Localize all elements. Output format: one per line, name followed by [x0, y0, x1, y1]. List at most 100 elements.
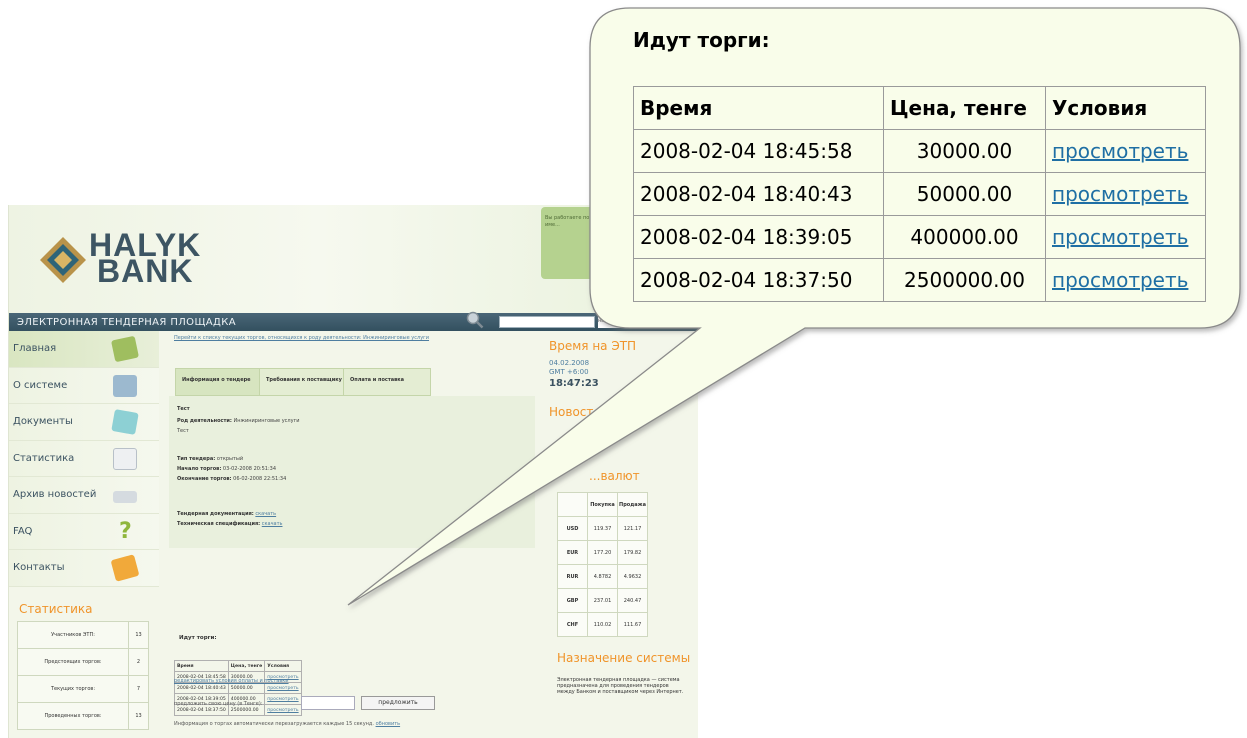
table-header: Время Цена, тенге Условия: [174, 660, 302, 672]
table-row: 2008-02-04 18:39:05 400000.00 просмотрет…: [633, 215, 1206, 259]
table-row: Проведенных торгов: 13: [17, 702, 149, 730]
table-row: Предстоящих торгов: 2: [17, 648, 149, 676]
sidebar-item-documents[interactable]: Документы: [9, 404, 159, 441]
stat-value: 13: [128, 621, 149, 649]
bid-view-link[interactable]: просмотреть: [264, 693, 302, 705]
rate-sell: 240.47: [617, 588, 648, 613]
time-title: Время на ЭТП: [549, 339, 637, 353]
table-header: Время Цена, тенге Условия: [633, 86, 1206, 130]
download-docs-link[interactable]: скачать: [255, 511, 276, 517]
rate-sell: 4.9632: [617, 564, 648, 589]
refresh-link[interactable]: обновить: [376, 721, 401, 727]
bid-time: 2008-02-04 18:40:43: [174, 682, 229, 694]
bid-price: 30000.00: [883, 129, 1046, 173]
tab-payment-delivery[interactable]: Оплата и поставка: [343, 368, 431, 396]
time-clock: 18:47:23: [549, 378, 599, 389]
contacts-icon: [110, 554, 140, 582]
col-terms: Условия: [264, 660, 302, 672]
bid-view-link[interactable]: просмотреть: [1045, 172, 1206, 216]
stat-value: 2: [128, 648, 149, 676]
rates-title: ...валют: [589, 469, 640, 483]
tender-name: Тест: [177, 406, 190, 412]
rate-sell: 179.82: [617, 540, 648, 565]
bids-table: Время Цена, тенге Условия 2008-02-04 18:…: [633, 86, 1206, 302]
table-row: 2008-02-04 18:37:50 2500000.00 просмотре…: [633, 258, 1206, 302]
col-terms: Условия: [1045, 86, 1206, 130]
currency-code: GBP: [557, 588, 588, 613]
news-title: Новост...: [549, 405, 605, 419]
table-row: Участников ЭТП: 13: [17, 621, 149, 649]
col-time: Время: [633, 86, 884, 130]
rate-buy: 4.8782: [587, 564, 618, 589]
bid-view-link[interactable]: просмотреть: [1045, 215, 1206, 259]
sidebar-item-about[interactable]: О системе: [9, 367, 159, 404]
sidebar-item-label: Главная: [13, 343, 57, 354]
currency-code: CHF: [557, 612, 588, 637]
price-offer-input[interactable]: [301, 696, 355, 710]
tender-type: Тип тендера: открытый: [177, 456, 244, 462]
table-row: RUR 4.8782 4.9632: [557, 564, 648, 589]
tender-start: Начало торгов: 03-02-2008 20:51:34: [177, 466, 277, 472]
bid-view-link[interactable]: просмотреть: [1045, 129, 1206, 173]
search-input[interactable]: [499, 316, 595, 328]
bid-time: 2008-02-04 18:37:50: [633, 258, 884, 302]
table-row: Текущих торгов: 7: [17, 675, 149, 703]
table-row: 2008-02-04 18:45:58 30000.00 просмотреть: [633, 129, 1206, 173]
magnifier-icon: [466, 311, 484, 329]
rate-buy: 119.37: [587, 516, 618, 541]
bid-price: 400000.00: [883, 215, 1046, 259]
bid-view-link[interactable]: просмотреть: [1045, 258, 1206, 302]
logo-emblem-icon: [40, 237, 86, 283]
col-price: Цена, тенге: [883, 86, 1046, 130]
sidebar-item-contacts[interactable]: Контакты: [9, 550, 159, 587]
col-time: Время: [174, 660, 229, 672]
bids-mini-title: Идут торги:: [179, 635, 217, 641]
table-row: GBP 237.01 240.47: [557, 588, 648, 613]
chart-icon: [113, 447, 137, 470]
stats-table: Участников ЭТП: 13 Предстоящих торгов: 2 Т…: [17, 621, 149, 730]
submit-price-button[interactable]: предложить: [361, 696, 435, 710]
sidebar-item-label: Контакты: [13, 562, 65, 573]
table-row: CHF 110.02 111.67: [557, 612, 648, 637]
bid-time: 2008-02-04 18:45:58: [633, 129, 884, 173]
col-buy: Покупка: [587, 492, 618, 517]
edit-terms-link[interactable]: редактировать условия оплаты и поставки: [174, 678, 289, 684]
tender-description: Тест: [177, 428, 189, 434]
site-section-title: ЭЛЕКТРОННАЯ ТЕНДЕРНАЯ ПЛОЩАДКА: [17, 317, 236, 328]
stat-label: Участников ЭТП:: [17, 621, 129, 649]
tender-activity: Род деятельности: Инжиниринговые услуги: [177, 418, 300, 424]
purpose-text: Электронная тендерная площадка — система…: [557, 677, 684, 695]
sidebar-item-home[interactable]: Главная: [9, 331, 159, 368]
col-price: Цена, тенге: [227, 660, 266, 672]
bid-time: 2008-02-04 18:40:43: [633, 172, 884, 216]
bid-view-link[interactable]: просмотреть: [264, 682, 302, 694]
stat-value: 13: [128, 702, 149, 730]
sidebar-item-news-archive[interactable]: Архив новостей: [9, 477, 159, 514]
currency-rates-table: Покупка Продажа USD 119.37 121.17 EUR 177.20…: [557, 492, 648, 637]
home-icon: [110, 335, 140, 363]
download-spec-link[interactable]: скачать: [262, 521, 283, 527]
sidebar-item-statistics[interactable]: Статистика: [9, 440, 159, 477]
bid-view-link[interactable]: просмотреть: [264, 704, 302, 716]
price-offer-label: предложить свою цену (в Тенге):: [174, 701, 263, 707]
sidebar-item-label: Документы: [13, 416, 73, 427]
rate-buy: 110.02: [587, 612, 618, 637]
tender-end: Окончание торгов: 06-02-2008 22:51:34: [177, 476, 287, 482]
halyk-bank-logo: HALYK BANK: [35, 225, 225, 295]
sidebar-item-faq[interactable]: FAQ ?: [9, 513, 159, 550]
tab-tender-info[interactable]: Информация о тендере: [175, 368, 263, 396]
sidebar-item-label: Статистика: [13, 452, 75, 464]
tender-spec: Техническая спецификация: скачать: [177, 521, 283, 527]
rate-sell: 121.17: [617, 516, 648, 541]
rate-buy: 237.01: [587, 588, 618, 613]
bids-mini-table: Время Цена, тенге Условия 2008-02-04 18:…: [174, 660, 302, 716]
rates-corner: [557, 492, 588, 517]
sidebar-nav: Главная О системе Документы Статистика А…: [9, 331, 159, 587]
tab-supplier-requirements[interactable]: Требования к поставщику: [259, 368, 347, 396]
purpose-title: Назначение системы: [557, 651, 691, 665]
stat-label: Проведенных торгов:: [17, 702, 129, 730]
table-row: 2008-02-04 18:40:43 50000.00 просмотреть: [174, 682, 302, 694]
breadcrumb-link[interactable]: Перейти к списку текущих торгов, относящ…: [174, 335, 514, 341]
stats-title: Статистика: [19, 602, 93, 616]
time-gmt: GMT +6:00: [549, 368, 589, 376]
